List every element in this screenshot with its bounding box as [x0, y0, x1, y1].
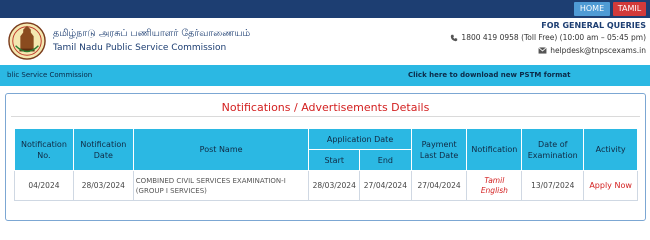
email-info: helpdesk@tnpscexams.in — [538, 46, 646, 55]
cell-notification-no: 04/2024 — [14, 170, 74, 201]
phone-info: 1800 419 0958 (Toll Free) (10:00 am – 05… — [450, 33, 646, 42]
scrolling-announcement: blic Service Commission — [7, 71, 93, 79]
header-post-name: Post Name — [132, 128, 310, 171]
cell-notification-date: 28/03/2024 — [72, 170, 134, 201]
pstm-download-link[interactable]: Click here to download new PSTM format — [408, 71, 570, 79]
notification-english-link[interactable]: English — [469, 186, 519, 196]
panel-title: Notifications / Advertisements Details — [221, 101, 430, 114]
org-name-english: Tamil Nadu Public Service Commission — [53, 43, 227, 53]
header-notification-no: Notification No. — [14, 128, 74, 171]
queries-title: FOR GENERAL QUERIES — [541, 21, 646, 30]
cell-end: 27/04/2024 — [359, 170, 412, 201]
header-start: Start — [308, 149, 361, 171]
top-bar: HOME TAMIL — [0, 0, 650, 18]
phone-text: 1800 419 0958 (Toll Free) (10:00 am – 05… — [461, 33, 646, 42]
header-application-date: Application Date — [308, 128, 412, 150]
notification-tamil-link[interactable]: Tamil — [469, 176, 519, 186]
email-link[interactable]: helpdesk@tnpscexams.in — [550, 46, 646, 55]
header-exam-date: Date of Examination — [521, 128, 585, 171]
cell-post-name: COMBINED CIVIL SERVICES EXAMINATION-I (G… — [132, 170, 310, 201]
header-notification: Notification — [466, 128, 523, 171]
site-header: தமிழ்நாடு அரசுப் பணியாளர் தேர்வாணையம் Ta… — [0, 18, 650, 65]
home-button[interactable]: HOME — [574, 2, 610, 16]
mail-icon — [538, 47, 547, 54]
announcement-strip: blic Service Commission Click here to do… — [0, 65, 650, 86]
tamil-language-button[interactable]: TAMIL — [613, 2, 646, 16]
cell-start: 28/03/2024 — [308, 170, 361, 201]
notifications-table: Notification No. Notification Date Post … — [14, 128, 638, 201]
org-name-tamil: தமிழ்நாடு அரசுப் பணியாளர் தேர்வாணையம் — [53, 28, 251, 39]
tamil-nadu-emblem-logo[interactable] — [8, 21, 46, 61]
table-row: 04/2024 28/03/2024 COMBINED CIVIL SERVIC… — [14, 170, 638, 201]
divider — [11, 116, 640, 117]
header-end: End — [359, 149, 412, 171]
notifications-panel: Notifications / Advertisements Details N… — [5, 93, 646, 221]
cell-exam-date: 13/07/2024 — [521, 170, 585, 201]
cell-notification: Tamil English — [466, 170, 523, 201]
phone-icon — [451, 34, 458, 41]
header-payment-last-date: Payment Last Date — [410, 128, 468, 171]
cell-payment-last-date: 27/04/2024 — [410, 170, 468, 201]
header-notification-date: Notification Date — [72, 128, 134, 171]
header-activity: Activity — [583, 128, 638, 171]
apply-now-link[interactable]: Apply Now — [583, 170, 638, 201]
